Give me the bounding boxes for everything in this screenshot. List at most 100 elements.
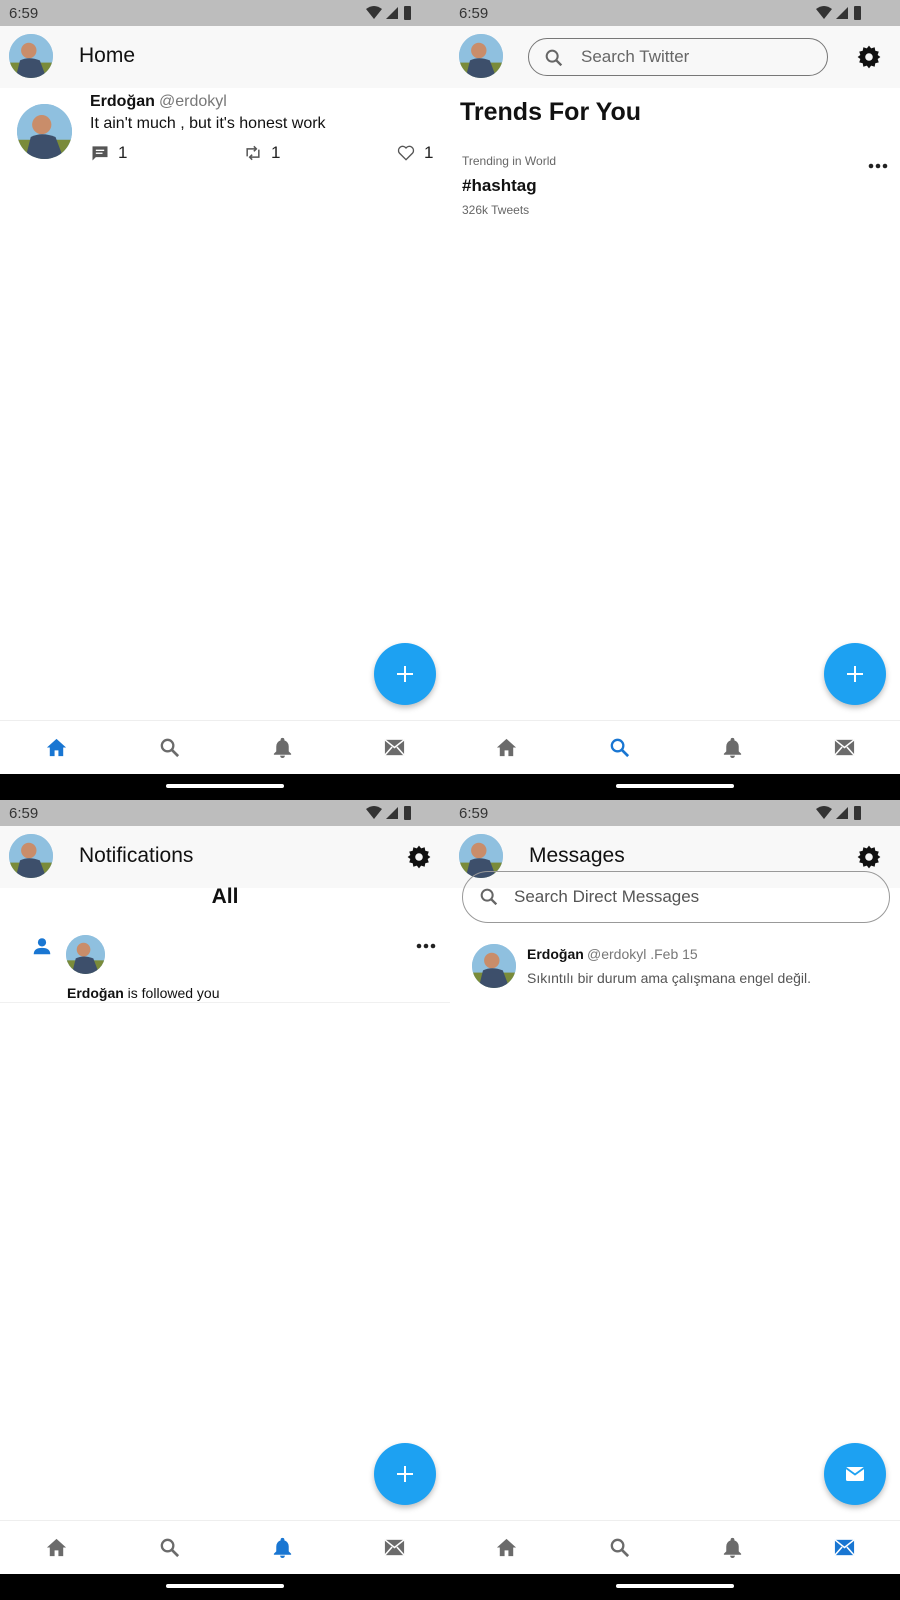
home-icon — [46, 738, 67, 757]
search-screen: 6:59 Search Twitter Trends For You Trend… — [450, 0, 900, 800]
plus-icon — [397, 1466, 413, 1482]
plus-icon — [847, 666, 863, 682]
trend-hashtag[interactable]: #hashtag — [462, 176, 537, 196]
nav-notifications[interactable] — [226, 1521, 338, 1575]
nav-home[interactable] — [0, 721, 112, 775]
search-twitter-input[interactable]: Search Twitter — [528, 38, 828, 76]
conversation-meta: @erdokyl .Feb 15 — [587, 946, 698, 962]
person-icon — [33, 938, 51, 955]
status-icons — [816, 806, 861, 820]
page-title: Home — [79, 44, 136, 67]
status-bar: 6:59 — [0, 0, 450, 26]
gear-icon[interactable] — [856, 44, 882, 70]
notification-item[interactable]: Erdoğan is followed you — [0, 923, 450, 1003]
nav-search[interactable] — [113, 1521, 225, 1575]
bell-icon — [723, 1537, 742, 1559]
retweet-count: 1 — [271, 143, 281, 162]
tweet-text: It ain't much , but it's honest work — [90, 115, 326, 132]
bell-icon — [723, 737, 742, 759]
conversation-preview: Sıkıntılı bir durum ama çalışmana engel … — [527, 970, 812, 986]
retweet-icon — [246, 145, 260, 161]
nav-messages[interactable] — [338, 1521, 450, 1575]
search-icon — [545, 49, 563, 67]
home-gesture-bar[interactable] — [166, 784, 284, 788]
search-icon — [160, 738, 180, 758]
profile-avatar[interactable] — [9, 34, 53, 78]
conversation-avatar[interactable] — [472, 944, 516, 988]
search-icon — [480, 888, 498, 906]
bell-icon — [273, 1537, 292, 1559]
heart-icon — [397, 145, 415, 161]
nav-search[interactable] — [563, 1521, 675, 1575]
mail-icon — [845, 1467, 865, 1481]
app-bar: Search Twitter — [450, 26, 900, 88]
nav-home[interactable] — [0, 1521, 112, 1575]
notifications-screen: 6:59 Notifications All Erdoğan is follow… — [0, 800, 450, 1600]
home-gesture-bar[interactable] — [616, 1584, 734, 1588]
tweet-avatar[interactable] — [17, 104, 72, 159]
more-options-icon[interactable] — [416, 942, 436, 950]
tweet-author-name: Erdoğan — [90, 93, 155, 110]
tab-all[interactable]: All — [0, 885, 450, 909]
bell-icon — [273, 737, 292, 759]
nav-messages[interactable] — [788, 721, 900, 775]
status-bar: 6:59 — [0, 800, 450, 826]
compose-tweet-button[interactable] — [824, 643, 886, 705]
status-icons — [366, 6, 411, 20]
status-bar: 6:59 — [450, 800, 900, 826]
compose-tweet-button[interactable] — [374, 643, 436, 705]
system-nav-bar — [0, 774, 450, 800]
new-message-button[interactable] — [824, 1443, 886, 1505]
nav-notifications[interactable] — [676, 721, 788, 775]
status-time: 6:59 — [459, 805, 489, 822]
system-nav-bar — [0, 1574, 450, 1600]
search-messages-input[interactable]: Search Direct Messages — [462, 871, 890, 923]
conversation-name: Erdoğan — [527, 946, 584, 962]
nav-notifications[interactable] — [676, 1521, 788, 1575]
trend-tweet-count: 326k Tweets — [462, 203, 530, 217]
nav-search[interactable] — [113, 721, 225, 775]
app-bar: Home — [0, 26, 450, 88]
mail-icon — [834, 739, 855, 756]
nav-notifications[interactable] — [226, 721, 338, 775]
app-bar: Notifications — [0, 826, 450, 888]
home-icon — [496, 1538, 517, 1557]
system-nav-bar — [450, 1574, 900, 1600]
bottom-nav — [450, 1520, 900, 1574]
status-icons — [366, 806, 411, 820]
nav-search[interactable] — [563, 721, 675, 775]
compose-tweet-button[interactable] — [374, 1443, 436, 1505]
nav-messages[interactable] — [338, 721, 450, 775]
tweet-card[interactable]: Erdoğan @erdokyl It ain't much , but it'… — [0, 90, 450, 170]
home-gesture-bar[interactable] — [166, 1584, 284, 1588]
trends-heading: Trends For You — [460, 98, 642, 126]
nav-messages[interactable] — [788, 1521, 900, 1575]
like-count: 1 — [424, 143, 434, 162]
more-options-icon[interactable] — [868, 162, 888, 170]
page-title: Notifications — [79, 844, 194, 867]
messages-screen: 6:59 Messages Search Direct Messages Erd… — [450, 800, 900, 1600]
notification-action: is followed you — [123, 985, 220, 1001]
search-messages-placeholder: Search Direct Messages — [514, 887, 700, 906]
home-gesture-bar[interactable] — [616, 784, 734, 788]
status-time: 6:59 — [9, 805, 39, 822]
profile-avatar[interactable] — [9, 834, 53, 878]
tweet-author-handle: @erdokyl — [159, 93, 227, 110]
gear-icon[interactable] — [856, 844, 882, 870]
system-nav-bar — [450, 774, 900, 800]
notification-avatar[interactable] — [66, 935, 105, 974]
search-icon — [610, 738, 630, 758]
mail-icon — [384, 1539, 405, 1556]
nav-home[interactable] — [450, 721, 562, 775]
notification-text: Erdoğan is followed you — [67, 985, 220, 1001]
bottom-nav — [0, 1520, 450, 1574]
conversation-item[interactable]: Erdoğan @erdokyl .Feb 15 Sıkıntılı bir d… — [450, 940, 900, 1010]
plus-icon — [397, 666, 413, 682]
profile-avatar[interactable] — [459, 34, 503, 78]
home-icon — [496, 738, 517, 757]
gear-icon[interactable] — [406, 844, 432, 870]
nav-home[interactable] — [450, 1521, 562, 1575]
comment-icon — [92, 146, 108, 161]
mail-icon — [834, 1539, 855, 1556]
trend-category: Trending in World — [462, 154, 557, 168]
